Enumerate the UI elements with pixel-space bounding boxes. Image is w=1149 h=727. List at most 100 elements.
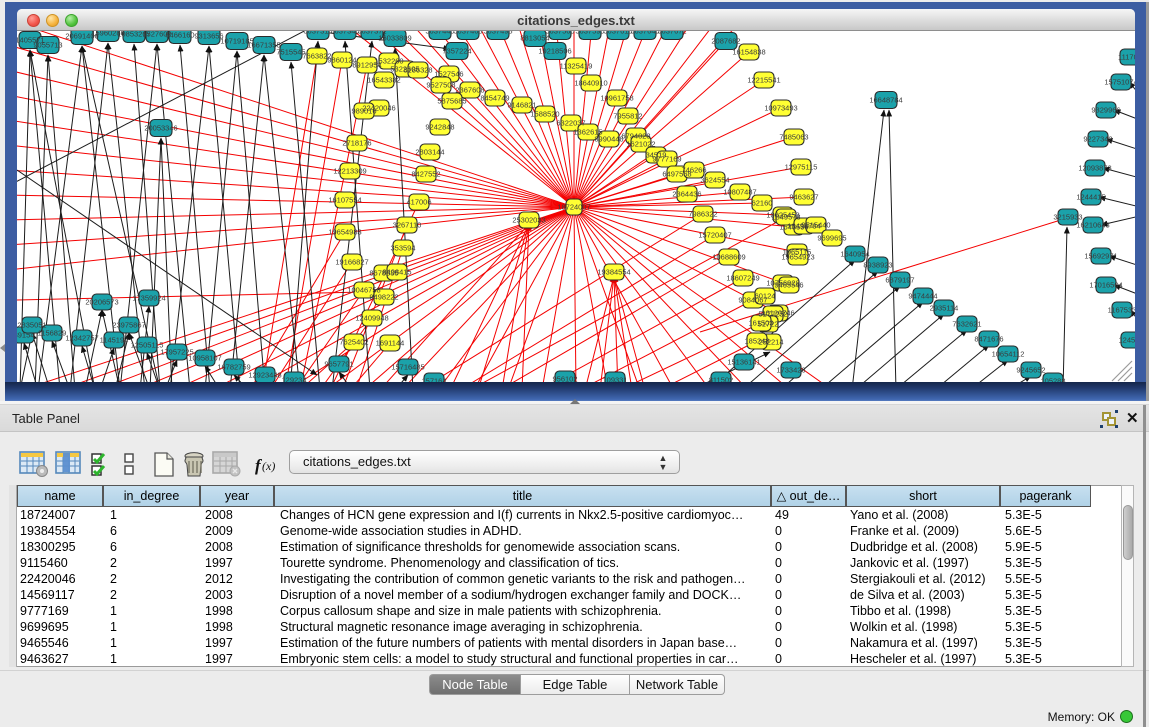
svg-text:1621022: 1621022 <box>626 140 655 149</box>
svg-text:1156829: 1156829 <box>38 329 67 338</box>
svg-text:129234: 129234 <box>281 376 306 383</box>
svg-text:16782759: 16782759 <box>217 363 250 372</box>
svg-text:989016: 989016 <box>351 107 376 116</box>
svg-text:161503: 161503 <box>748 319 773 328</box>
svg-text:7625402: 7625402 <box>339 338 368 347</box>
svg-text:12409948: 12409948 <box>355 314 388 323</box>
svg-text:16154838: 16154838 <box>732 48 765 57</box>
svg-text:60124: 60124 <box>755 292 776 301</box>
svg-text:1640954: 1640954 <box>840 250 869 259</box>
svg-text:15751074: 15751074 <box>1104 78 1135 87</box>
svg-text:9329966: 9329966 <box>1091 106 1120 115</box>
svg-text:15716485: 15716485 <box>391 363 424 372</box>
svg-text:16648784: 16648784 <box>869 96 902 105</box>
svg-text:19654983: 19654983 <box>328 228 361 237</box>
svg-text:9527508: 9527508 <box>426 81 455 90</box>
svg-text:157164: 157164 <box>421 377 446 383</box>
svg-text:7515545: 7515545 <box>276 48 305 57</box>
svg-text:7485063: 7485063 <box>779 133 808 142</box>
svg-text:5637645: 5637645 <box>630 31 659 36</box>
svg-text:5637345: 5637345 <box>330 31 359 36</box>
svg-text:25302033: 25302033 <box>512 216 545 225</box>
svg-text:12975115: 12975115 <box>785 163 818 172</box>
svg-text:2803144: 2803144 <box>415 148 444 157</box>
svg-text:7955812: 7955812 <box>613 112 642 121</box>
svg-text:15692971: 15692971 <box>1084 252 1117 261</box>
svg-text:19218506: 19218506 <box>538 47 571 56</box>
svg-text:5637318: 5637318 <box>303 31 332 36</box>
svg-text:8454749: 8454749 <box>480 94 509 103</box>
svg-text:23975867: 23975867 <box>112 321 145 330</box>
svg-text:16210643: 16210643 <box>1076 221 1109 230</box>
svg-text:3215933: 3215933 <box>1053 213 1082 222</box>
svg-text:2935114: 2935114 <box>930 304 959 313</box>
svg-text:353594: 353594 <box>390 244 415 253</box>
svg-text:10807487: 10807487 <box>723 188 756 197</box>
svg-text:12342757: 12342757 <box>65 334 98 343</box>
svg-text:1733426: 1733426 <box>776 366 805 375</box>
svg-text:8408415: 8408415 <box>382 268 411 277</box>
svg-text:9699695: 9699695 <box>817 234 846 243</box>
svg-text:10958107: 10958107 <box>188 354 221 363</box>
svg-text:17359924: 17359924 <box>132 294 165 303</box>
svg-text:11325419: 11325419 <box>560 62 593 71</box>
svg-text:16033809: 16033809 <box>378 34 411 43</box>
svg-text:2364436: 2364436 <box>672 190 701 199</box>
svg-text:5637672: 5637672 <box>657 31 686 36</box>
svg-text:10688609: 10688609 <box>712 253 745 262</box>
svg-text:8990448: 8990448 <box>594 135 623 144</box>
svg-text:746266: 746266 <box>681 166 706 175</box>
svg-text:124501: 124501 <box>1118 336 1135 345</box>
svg-text:5637468: 5637468 <box>453 31 482 36</box>
svg-text:3267110: 3267110 <box>393 221 422 230</box>
svg-text:5875685: 5875685 <box>437 97 466 106</box>
svg-text:15136141: 15136141 <box>727 358 760 367</box>
svg-text:109331: 109331 <box>602 376 627 383</box>
svg-text:1167533: 1167533 <box>1108 306 1135 315</box>
svg-text:18724007: 18724007 <box>557 203 590 212</box>
svg-text:9657791: 9657791 <box>324 360 353 369</box>
svg-text:(x): (x) <box>262 459 275 473</box>
svg-text:9498222: 9498222 <box>369 293 398 302</box>
svg-text:5172252: 5172252 <box>758 310 787 319</box>
svg-text:2718176: 2718176 <box>342 139 371 148</box>
svg-text:12093873: 12093873 <box>1078 164 1111 173</box>
svg-text:17016504: 17016504 <box>1089 281 1122 290</box>
svg-text:9055713: 9055713 <box>33 41 62 50</box>
svg-text:19166827: 19166827 <box>335 258 368 267</box>
svg-text:19384554: 19384554 <box>597 268 630 277</box>
svg-text:1527546: 1527546 <box>434 70 463 79</box>
svg-text:8471676: 8471676 <box>974 335 1003 344</box>
svg-text:10654112: 10654112 <box>992 350 1025 359</box>
svg-text:9227342: 9227342 <box>1083 135 1112 144</box>
svg-text:1145194: 1145194 <box>100 336 129 345</box>
svg-text:956102: 956102 <box>552 375 577 383</box>
svg-text:9465546: 9465546 <box>774 281 803 290</box>
svg-text:16543382: 16543382 <box>367 76 400 85</box>
svg-text:7986322: 7986322 <box>688 210 717 219</box>
svg-text:5637560: 5637560 <box>545 31 574 36</box>
svg-text:10961758: 10961758 <box>600 94 633 103</box>
svg-text:9463627: 9463627 <box>789 193 818 202</box>
svg-text:7632621: 7632621 <box>952 320 981 329</box>
svg-text:1849578: 1849578 <box>771 213 800 222</box>
svg-text:1588520: 1588520 <box>530 110 559 119</box>
svg-text:6466160: 6466160 <box>165 31 194 40</box>
svg-text:20053346: 20053346 <box>144 124 177 133</box>
svg-text:16107554: 16107554 <box>328 196 361 205</box>
svg-text:5637440: 5637440 <box>425 31 454 36</box>
svg-text:8427552: 8427552 <box>411 170 440 179</box>
svg-text:10973493: 10973493 <box>764 104 797 113</box>
svg-text:417006: 417006 <box>406 198 431 207</box>
svg-text:6322037: 6322037 <box>556 119 585 128</box>
svg-text:8186328: 8186328 <box>403 66 432 75</box>
svg-text:185248: 185248 <box>744 337 769 346</box>
svg-text:18607249: 18607249 <box>726 274 759 283</box>
svg-text:2087682: 2087682 <box>711 37 740 46</box>
svg-text:111702: 111702 <box>1118 53 1135 62</box>
svg-text:7357224: 7357224 <box>442 47 471 56</box>
svg-text:5637498: 5637498 <box>483 31 512 36</box>
svg-text:105288: 105288 <box>1040 377 1065 383</box>
svg-text:39154: 39154 <box>17 331 34 340</box>
svg-text:8813054: 8813054 <box>520 34 549 43</box>
